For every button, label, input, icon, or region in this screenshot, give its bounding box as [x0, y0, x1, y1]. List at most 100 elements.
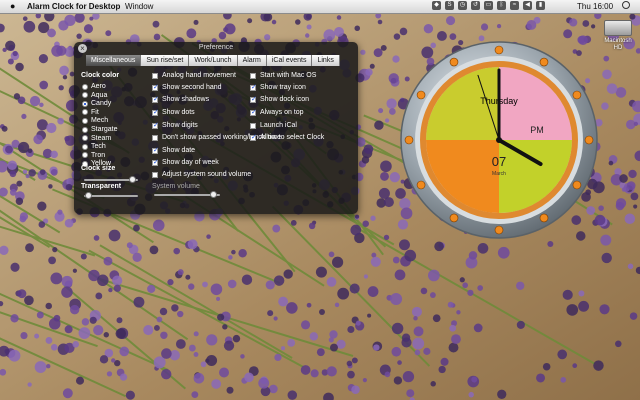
- lavender-blossom: [191, 391, 199, 399]
- lavender-blossom: [177, 310, 184, 318]
- tab-sun-rise-set[interactable]: Sun rise/set: [141, 55, 190, 66]
- radio-button[interactable]: [82, 109, 88, 116]
- lavender-blossom: [113, 284, 121, 292]
- system-volume-slider[interactable]: [154, 191, 220, 198]
- checkbox[interactable]: [152, 108, 159, 117]
- lavender-blossom: [393, 33, 401, 40]
- radio-button[interactable]: [82, 117, 88, 124]
- checkbox[interactable]: [250, 108, 257, 117]
- checkbox[interactable]: [250, 122, 256, 129]
- radio-button[interactable]: [82, 83, 88, 90]
- checkbox[interactable]: [152, 95, 159, 104]
- tab-alarm[interactable]: Alarm: [237, 55, 267, 66]
- option-show-shadows[interactable]: Show shadows: [152, 95, 209, 104]
- lavender-blossom: [13, 93, 21, 100]
- checkbox[interactable]: [152, 121, 159, 130]
- lavender-blossom: [219, 367, 230, 378]
- wifi-icon[interactable]: ≈: [510, 1, 519, 10]
- clock-size-slider-knob[interactable]: [128, 176, 136, 183]
- alarm-clock-icon[interactable]: ◷: [458, 1, 467, 10]
- skype-icon[interactable]: S: [445, 1, 454, 10]
- lavender-blossom: [582, 20, 590, 27]
- volume-icon[interactable]: ◀: [523, 1, 532, 10]
- lavender-blossom: [468, 391, 474, 398]
- lavender-blossom: [1, 125, 8, 132]
- checkbox[interactable]: [250, 133, 257, 142]
- checkbox[interactable]: [250, 83, 257, 92]
- lavender-blossom: [355, 214, 360, 219]
- lavender-blossom: [370, 215, 376, 221]
- option-show-dock-icon[interactable]: Show dock icon: [250, 95, 309, 104]
- lavender-blossom: [10, 314, 19, 323]
- option-adjust-system-sound-volume[interactable]: Adjust system sound volume: [152, 170, 251, 179]
- tab-ical-events[interactable]: iCal events: [266, 55, 313, 66]
- lavender-blossom: [468, 251, 478, 260]
- apple-menu-icon[interactable]: ●: [10, 0, 15, 13]
- radio-button[interactable]: [82, 135, 88, 142]
- option-show-tray-icon[interactable]: Show tray icon: [250, 83, 306, 92]
- lavender-blossom: [369, 63, 375, 69]
- clock-size-slider[interactable]: [84, 176, 138, 183]
- option-analog-hand-movement[interactable]: Analog hand movement: [152, 71, 236, 80]
- option-label: Always on top: [260, 109, 304, 116]
- lavender-blossom: [306, 302, 312, 308]
- option-show-date[interactable]: Show date: [152, 146, 195, 155]
- radio-button[interactable]: [82, 152, 88, 159]
- lavender-blossom: [244, 372, 254, 383]
- option-allow-to-select-clock[interactable]: Allow to select Clock: [250, 133, 324, 142]
- option-show-digits[interactable]: Show digits: [152, 121, 198, 130]
- tab-miscellaneous[interactable]: Miscellaneous: [86, 55, 142, 66]
- tab-links[interactable]: Links: [312, 55, 340, 66]
- option-show-second-hand[interactable]: Show second hand: [152, 83, 222, 92]
- time-machine-icon[interactable]: ↺: [471, 1, 480, 10]
- desktop-clock[interactable]: Thursday PM 07 March: [391, 40, 611, 240]
- option-start-with-mac-os[interactable]: Start with Mac OS: [250, 71, 316, 80]
- system-volume-slider-knob[interactable]: [210, 191, 218, 198]
- lavender-blossom: [38, 54, 49, 64]
- lavender-blossom: [39, 169, 46, 175]
- app-menu[interactable]: Alarm Clock for Desktop: [27, 0, 120, 13]
- lavender-blossom: [267, 310, 274, 317]
- transparent-slider-knob[interactable]: [84, 192, 92, 199]
- transparent-slider[interactable]: [84, 192, 138, 199]
- radio-button[interactable]: [82, 92, 88, 99]
- checkbox[interactable]: [250, 72, 256, 79]
- tab-work-lunch[interactable]: Work/Lunch: [189, 55, 238, 66]
- display-icon[interactable]: ▭: [484, 1, 493, 10]
- lavender-blossom: [116, 317, 123, 324]
- option-launch-ical[interactable]: Launch iCal: [250, 121, 297, 130]
- lavender-blossom: [23, 20, 36, 33]
- checkbox[interactable]: [152, 83, 159, 92]
- lavender-blossom: [363, 274, 369, 279]
- checkbox[interactable]: [250, 95, 257, 104]
- lavender-blossom: [414, 349, 421, 356]
- radio-button[interactable]: [82, 100, 88, 107]
- lavender-blossom: [363, 144, 374, 154]
- checkbox[interactable]: [152, 134, 158, 141]
- lavender-blossom: [629, 312, 638, 320]
- dropbox-icon[interactable]: ◆: [432, 1, 441, 10]
- menu-clock[interactable]: Thu 16:00: [577, 0, 613, 13]
- option-show-dots[interactable]: Show dots: [152, 108, 195, 117]
- radio-button[interactable]: [82, 126, 88, 133]
- spotlight-search-icon[interactable]: [622, 1, 630, 9]
- lavender-blossom: [290, 219, 297, 226]
- checkbox[interactable]: [152, 171, 158, 178]
- bluetooth-icon[interactable]: ᛒ: [497, 1, 506, 10]
- lavender-blossom: [78, 327, 91, 339]
- lavender-blossom: [380, 171, 389, 181]
- lavender-blossom: [153, 325, 160, 331]
- option-always-on-top[interactable]: Always on top: [250, 108, 304, 117]
- battery-icon[interactable]: ▮: [536, 1, 545, 10]
- lavender-blossom: [621, 187, 627, 192]
- lavender-blossom: [286, 302, 298, 314]
- window-menu[interactable]: Window: [125, 0, 153, 13]
- checkbox[interactable]: [152, 146, 159, 155]
- lavender-blossom: [65, 183, 73, 191]
- checkbox[interactable]: [152, 158, 159, 167]
- lavender-blossom: [447, 301, 454, 308]
- checkbox[interactable]: [152, 72, 158, 79]
- option-show-day-of-week[interactable]: Show day of week: [152, 158, 219, 167]
- radio-button[interactable]: [82, 143, 88, 150]
- lavender-blossom: [319, 309, 325, 315]
